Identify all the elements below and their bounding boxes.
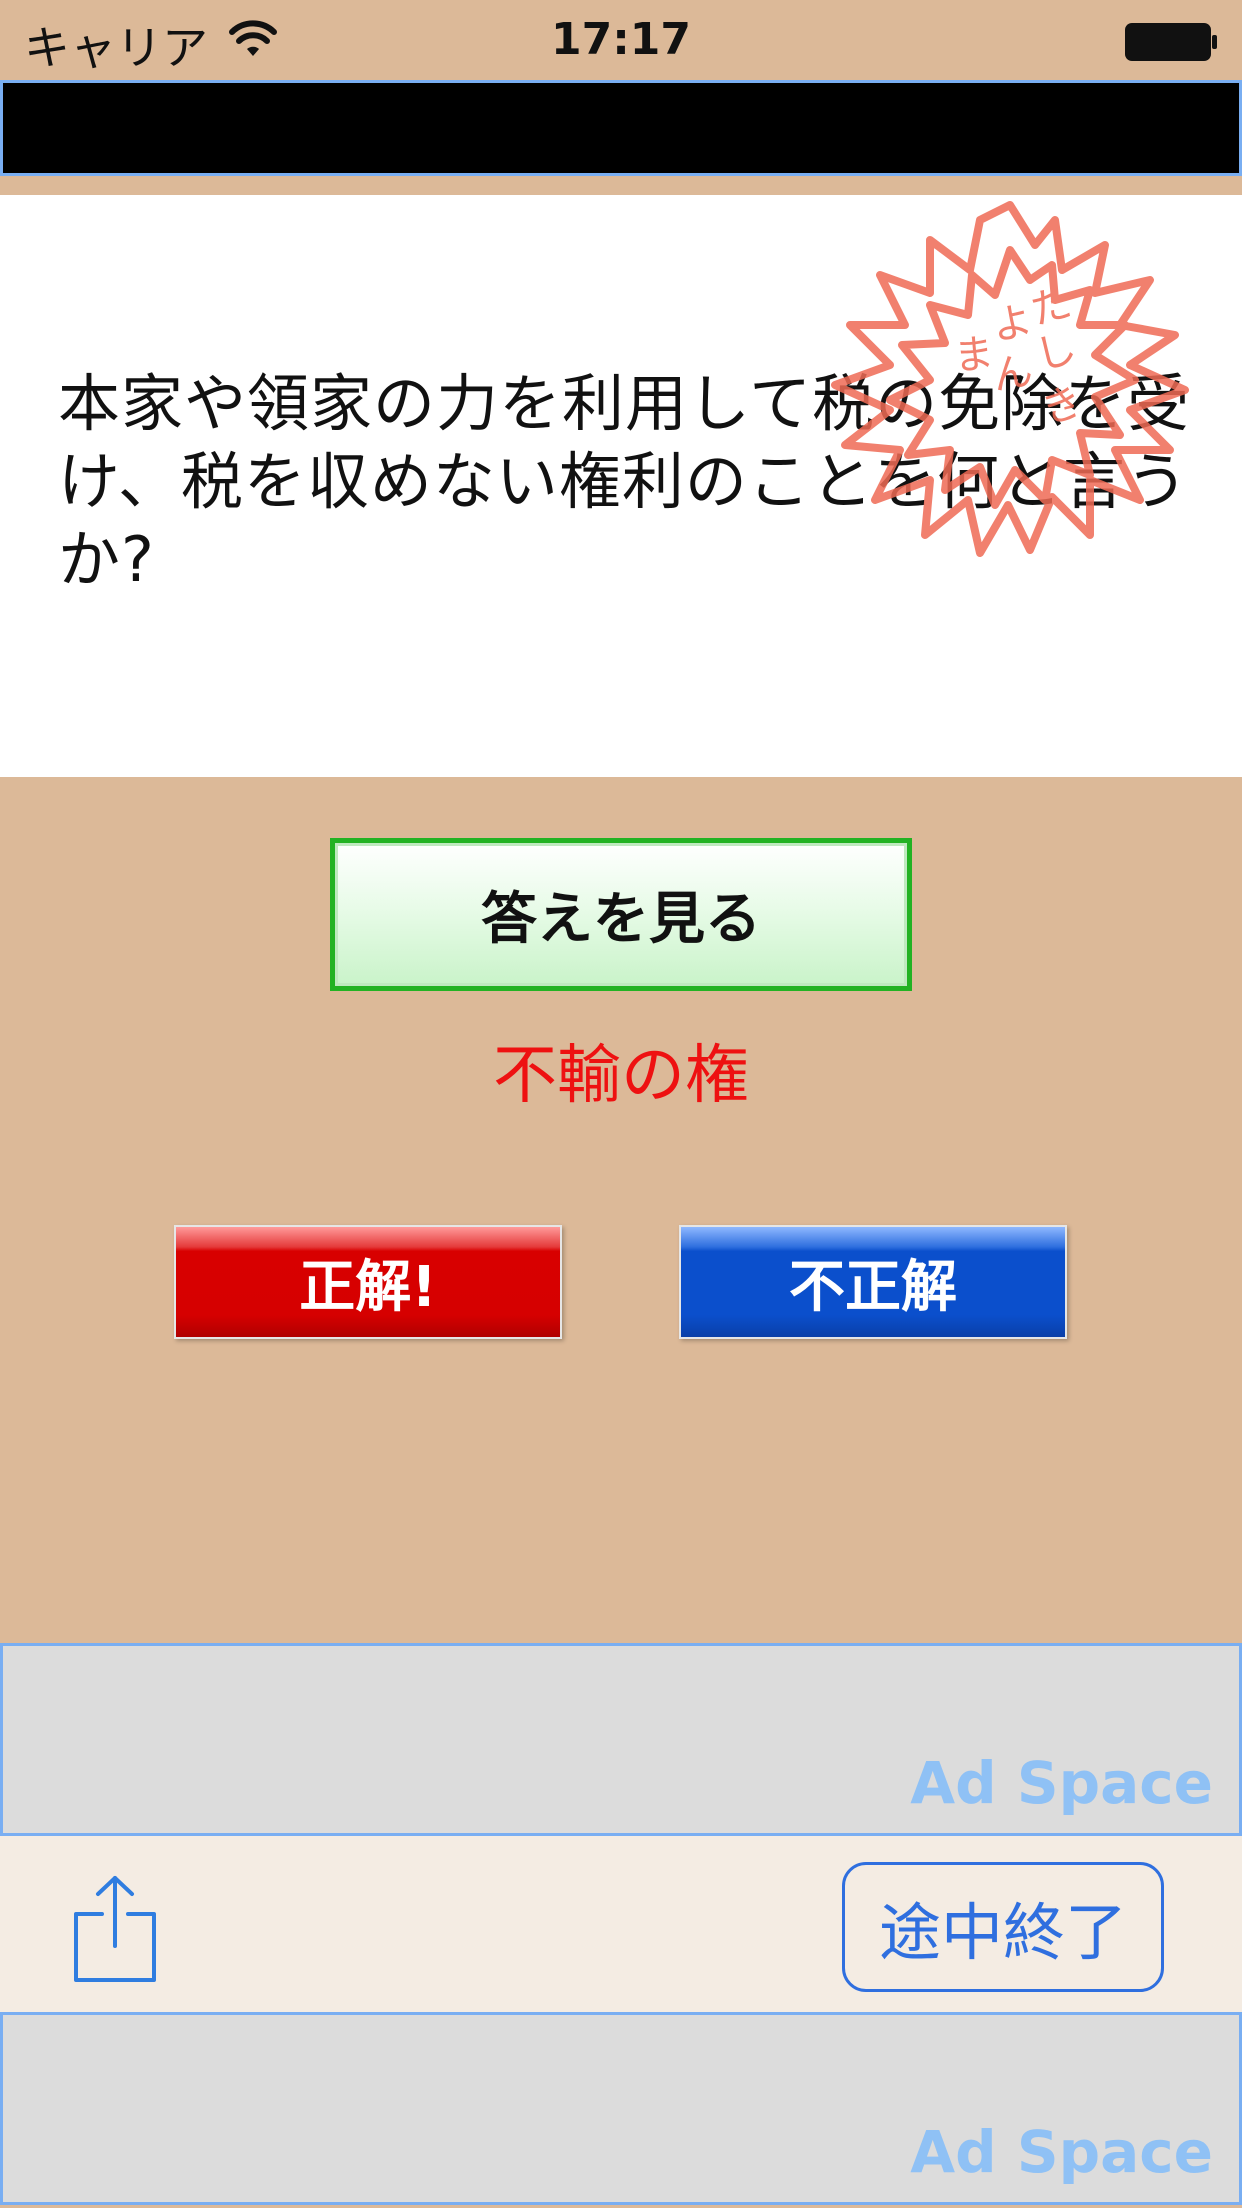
battery-icon	[1125, 23, 1217, 61]
svg-text:し: し	[1031, 325, 1082, 380]
title-bar	[0, 80, 1242, 176]
ad-label: Ad Space	[910, 1749, 1213, 1817]
show-answer-button[interactable]: 答えを見る	[330, 838, 912, 991]
ad-banner-bottom[interactable]: Ad Space	[0, 2012, 1242, 2205]
svg-text:き: き	[1036, 377, 1089, 434]
answer-text: 不輸の権	[493, 1039, 749, 1113]
quit-midway-button[interactable]: 途中終了	[842, 1862, 1164, 1992]
status-time: 17:17	[550, 14, 692, 65]
ad-banner-top[interactable]: Ad Space	[0, 1643, 1242, 1836]
ad-label: Ad Space	[910, 2118, 1213, 2186]
wrong-button[interactable]: 不正解	[679, 1225, 1067, 1339]
svg-text:ん: ん	[989, 348, 1036, 400]
correct-button[interactable]: 正解!	[174, 1225, 562, 1339]
bottom-toolbar: 途中終了	[0, 1836, 1242, 2012]
share-icon[interactable]	[72, 1874, 158, 1984]
question-panel: 本家や領家の力を利用して税の免除を受け、税を収めない権利のことを何と言うか? た…	[0, 195, 1242, 777]
status-bar: キャリア 17:17	[0, 0, 1242, 80]
svg-text:よ: よ	[989, 298, 1036, 350]
sakura-stamp-icon: た よ ま し ん き	[831, 201, 1189, 557]
